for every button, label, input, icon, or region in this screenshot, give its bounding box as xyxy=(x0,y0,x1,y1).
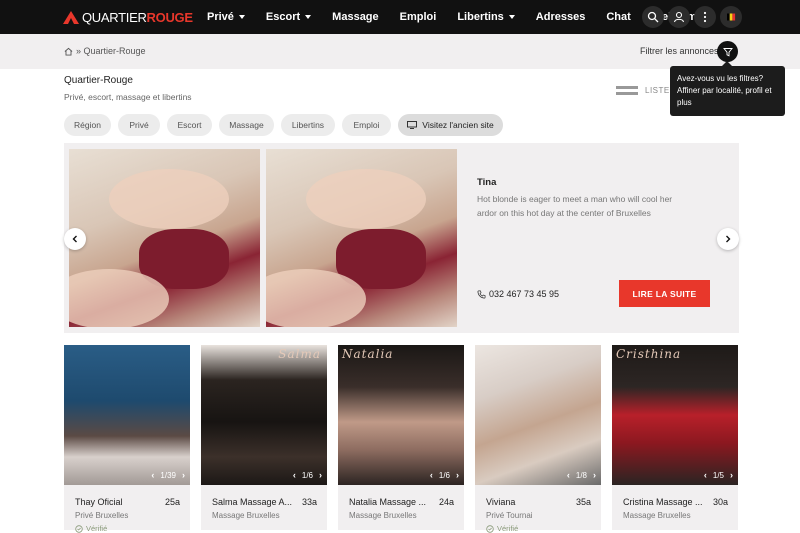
chip-region[interactable]: Région xyxy=(64,114,111,136)
photo-name-overlay: Salma xyxy=(278,347,321,361)
filter-tooltip: Avez-vous vu les filtres? Affiner par lo… xyxy=(670,61,785,116)
listing-photo[interactable]: Cristhina ‹ 1/5 › xyxy=(612,345,738,485)
listing-location: Privé Tournai xyxy=(486,511,533,520)
nav-item-emploi[interactable]: Emploi xyxy=(400,11,437,23)
filter-icon xyxy=(722,47,733,57)
listing-location: Massage Bruxelles xyxy=(623,511,691,520)
home-icon[interactable] xyxy=(64,47,73,56)
listing-photo[interactable]: Natalia ‹ 1/6 › xyxy=(338,345,464,485)
photo-counter: ‹ 1/6 › xyxy=(429,470,459,480)
listing-age: 25a xyxy=(164,497,180,507)
filter-label[interactable]: Filtrer les annonces xyxy=(640,46,719,56)
chip-escort[interactable]: Escort xyxy=(167,114,212,136)
chevron-down-icon xyxy=(238,15,245,19)
nav-item-prive[interactable]: Privé xyxy=(207,11,245,23)
category-chips: Région Privé Escort Massage Libertins Em… xyxy=(64,114,510,136)
nav-item-adresses[interactable]: Adresses xyxy=(536,11,586,23)
search-icon xyxy=(647,11,659,23)
listing-photo[interactable]: Salma ‹ 1/6 › xyxy=(201,345,327,485)
logo-icon xyxy=(62,9,80,25)
user-icon xyxy=(673,11,685,23)
listing-title: Salma Massage A... xyxy=(212,497,293,507)
listing-age: 33a xyxy=(301,497,317,507)
listing-location: Massage Bruxelles xyxy=(349,511,417,520)
phone-icon xyxy=(477,290,486,298)
featured-photo[interactable] xyxy=(266,149,457,327)
read-more-button[interactable]: LIRE LA SUITE xyxy=(619,280,710,307)
chevron-down-icon xyxy=(508,15,515,19)
breadcrumb-separator: » xyxy=(76,46,82,56)
listing-title: Viviana xyxy=(486,497,516,507)
logo-text: QUARTIERROUGE xyxy=(82,9,193,25)
belgium-flag-icon xyxy=(727,13,736,21)
listing-title: Cristina Massage ... xyxy=(623,497,703,507)
monitor-icon xyxy=(407,121,418,129)
featured-listing: Tina Hot blonde is eager to meet a man w… xyxy=(64,143,739,333)
verified-badge: Vérifié xyxy=(75,524,107,533)
more-menu-button[interactable] xyxy=(694,6,716,28)
listing-card[interactable]: ‹ 1/39 › Thay Oficial 25a Privé Bruxelles … xyxy=(64,345,190,533)
photo-counter: ‹ 1/5 › xyxy=(703,470,733,480)
listing-photo[interactable]: ‹ 1/39 › xyxy=(64,345,190,485)
photo-counter: ‹ 1/6 › xyxy=(292,470,322,480)
carousel-next-button[interactable] xyxy=(717,228,739,250)
site-logo[interactable]: QUARTIERROUGE xyxy=(62,9,193,25)
chip-libertins[interactable]: Libertins xyxy=(281,114,335,136)
chip-prive[interactable]: Privé xyxy=(118,114,160,136)
chevron-right-icon xyxy=(726,235,731,243)
chip-old-site[interactable]: Visitez l'ancien site xyxy=(398,114,503,136)
page-title: Quartier-Rouge xyxy=(64,75,133,86)
chevron-left-icon xyxy=(72,235,77,243)
listing-location: Privé Bruxelles xyxy=(75,511,129,520)
verified-badge: Vérifié xyxy=(486,524,518,533)
photo-name-overlay: Natalia xyxy=(342,347,394,361)
listing-card[interactable]: Salma ‹ 1/6 › Salma Massage A... 33a Massa… xyxy=(201,345,327,530)
nav-item-escort[interactable]: Escort xyxy=(266,11,312,23)
listing-age: 30a xyxy=(712,497,728,507)
language-button[interactable] xyxy=(720,6,742,28)
featured-name: Tina xyxy=(477,177,497,188)
listing-location: Massage Bruxelles xyxy=(212,511,280,520)
carousel-prev-button[interactable] xyxy=(64,228,86,250)
featured-photo[interactable] xyxy=(69,149,260,327)
verified-icon xyxy=(486,524,494,533)
listing-card[interactable]: Cristhina ‹ 1/5 › Cristina Massage ... 30a… xyxy=(612,345,738,530)
breadcrumb: » Quartier-Rouge xyxy=(64,46,146,56)
nav-item-libertins[interactable]: Libertins xyxy=(457,11,515,23)
view-toggle-label: LISTE xyxy=(645,86,670,95)
photo-name-overlay: Cristhina xyxy=(616,347,682,361)
breadcrumb-current[interactable]: Quartier-Rouge xyxy=(84,46,146,56)
top-navbar: QUARTIERROUGE Privé Escort Massage Emplo… xyxy=(0,0,800,34)
view-toggle[interactable]: LISTE xyxy=(616,86,670,95)
chip-massage[interactable]: Massage xyxy=(219,114,274,136)
photo-counter: ‹ 1/39 › xyxy=(151,470,185,480)
list-view-icon xyxy=(616,86,638,95)
search-button[interactable] xyxy=(642,6,664,28)
page-subtitle: Privé, escort, massage et libertins xyxy=(64,92,192,102)
verified-icon xyxy=(75,524,83,533)
listing-photo[interactable]: ‹ 1/8 › xyxy=(475,345,601,485)
chevron-down-icon xyxy=(305,15,312,19)
listing-card[interactable]: Natalia ‹ 1/6 › Natalia Massage ... 24a Ma… xyxy=(338,345,464,530)
listing-card[interactable]: ‹ 1/8 › Viviana 35a Privé Tournai Vérifié xyxy=(475,345,601,533)
photo-counter: ‹ 1/8 › xyxy=(566,470,596,480)
listing-title: Thay Oficial xyxy=(75,497,123,507)
breadcrumb-bar: » Quartier-Rouge Filtrer les annonces xyxy=(0,34,800,69)
nav-item-massage[interactable]: Massage xyxy=(332,11,378,23)
listing-age: 24a xyxy=(438,497,454,507)
featured-phone[interactable]: 032 467 73 45 95 xyxy=(477,289,559,299)
account-button[interactable] xyxy=(668,6,690,28)
more-vertical-icon xyxy=(703,11,707,23)
listing-age: 35a xyxy=(575,497,591,507)
chip-emploi[interactable]: Emploi xyxy=(342,114,391,136)
filter-button[interactable] xyxy=(717,41,738,62)
nav-item-chat[interactable]: Chat xyxy=(606,11,630,23)
featured-description: Hot blonde is eager to meet a man who wi… xyxy=(477,194,673,218)
listing-title: Natalia Massage ... xyxy=(349,497,427,507)
